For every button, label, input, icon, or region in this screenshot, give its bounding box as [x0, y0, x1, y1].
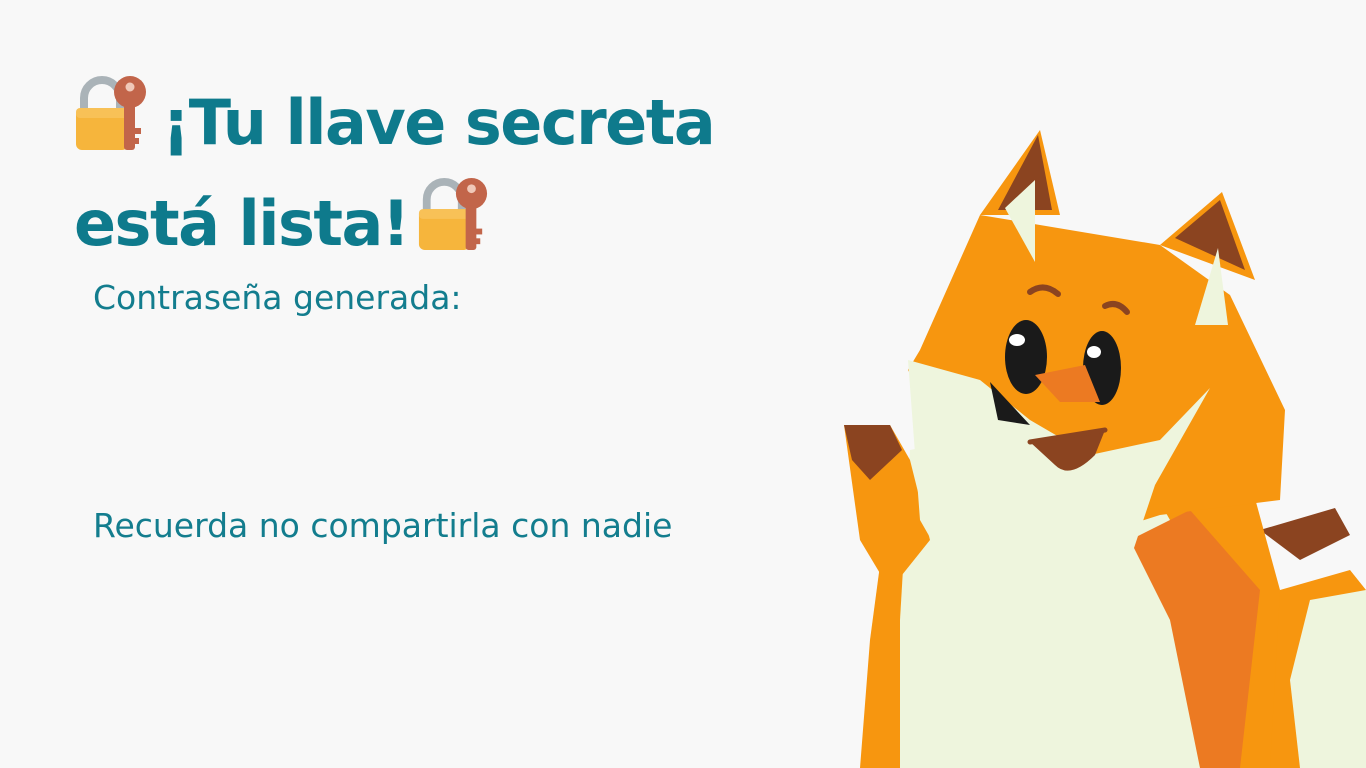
- reminder-text: Recuerda no compartirla con nadie: [93, 506, 673, 545]
- title-line-2: está lista!: [74, 173, 854, 274]
- page-title: ¡Tu llave secreta está lista!: [74, 72, 854, 274]
- lock-with-key-icon: [76, 76, 146, 150]
- lock-with-key-icon: [418, 178, 487, 250]
- fox-mascot: [844, 130, 1366, 768]
- title-line-1: ¡Tu llave secreta: [74, 72, 854, 173]
- title-text-1: ¡Tu llave secreta: [162, 86, 716, 159]
- generated-password[interactable]: [93, 340, 793, 460]
- password-label: Contraseña generada:: [93, 278, 462, 317]
- success-screen: ¡Tu llave secreta está lista! Contraseña…: [0, 0, 1366, 768]
- title-text-2: está lista!: [74, 187, 410, 260]
